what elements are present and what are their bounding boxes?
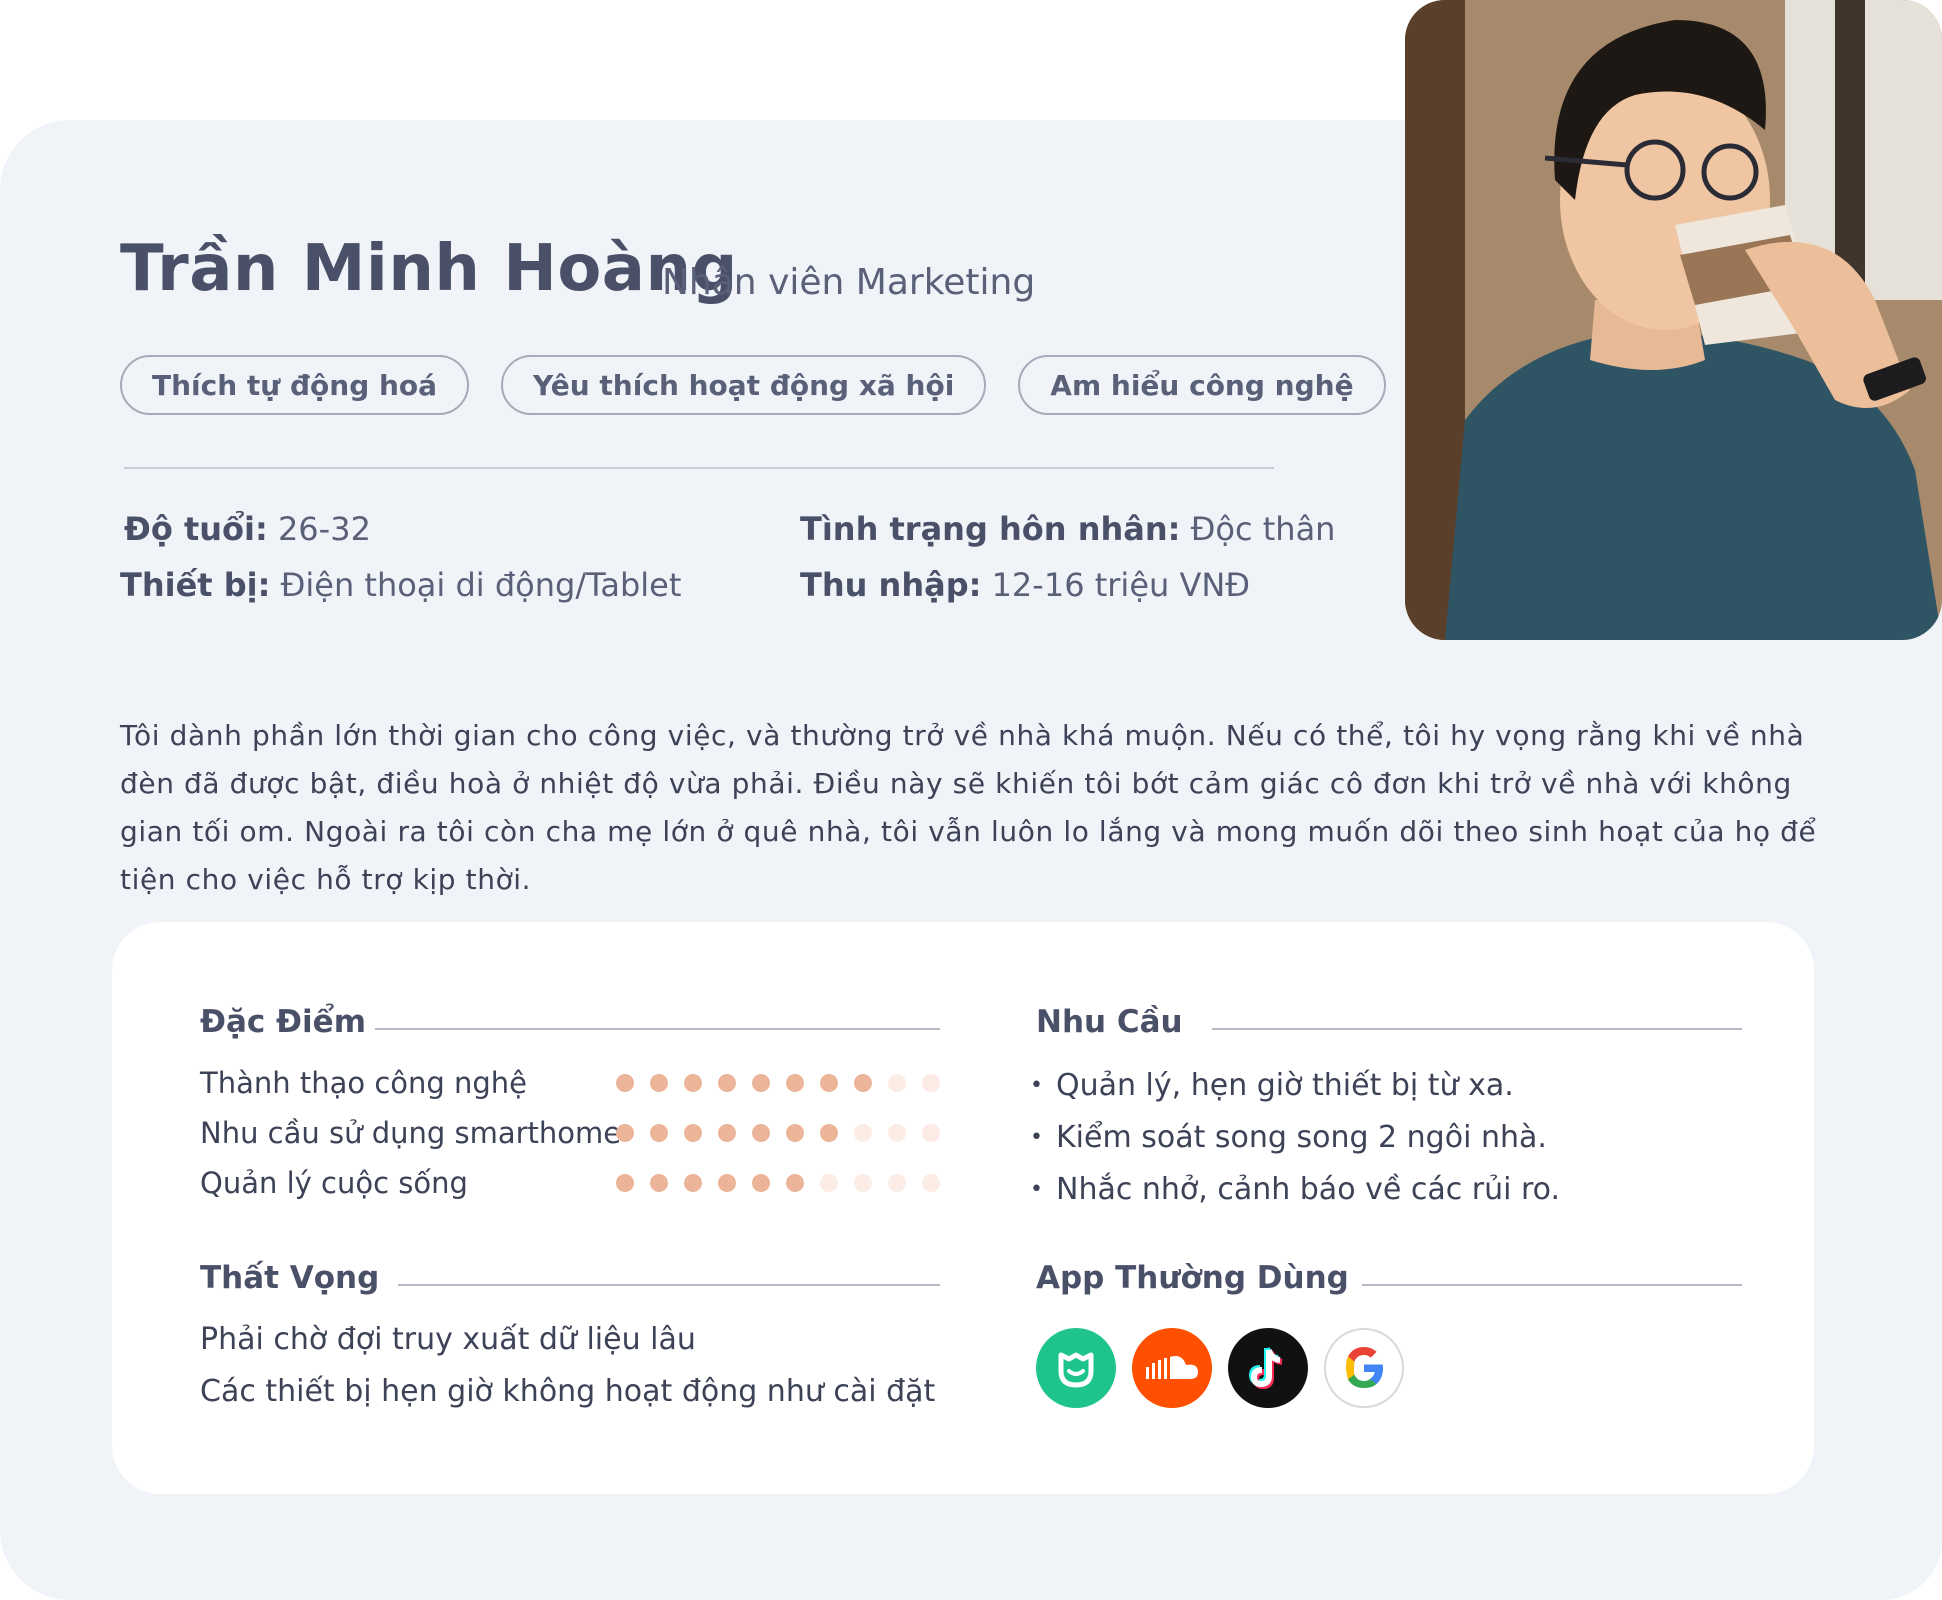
rating-dot — [922, 1124, 940, 1142]
rating-dot — [922, 1174, 940, 1192]
frustration-item: Các thiết bị hẹn giờ không hoạt động như… — [200, 1374, 936, 1409]
frustrations-title: Thất Vọng — [200, 1260, 380, 1296]
need-text: Quản lý, hẹn giờ thiết bị từ xa. — [1056, 1068, 1514, 1103]
tag-tech: Am hiểu công nghệ — [1018, 355, 1386, 415]
persona-name: Trần Minh Hoàng — [120, 232, 738, 306]
needs-title: Nhu Cầu — [1036, 1004, 1183, 1040]
needs-rule — [1212, 1028, 1742, 1030]
frustrations-rule — [398, 1284, 940, 1286]
fact-income: Thu nhập: 12-16 triệu VNĐ — [800, 566, 1250, 604]
divider — [124, 467, 1274, 469]
rating-dot — [650, 1074, 668, 1092]
need-text: Nhắc nhở, cảnh báo về các rủi ro. — [1056, 1172, 1560, 1207]
trait-rating-life — [616, 1174, 940, 1192]
rating-dot — [786, 1174, 804, 1192]
fact-device: Thiết bị: Điện thoại di động/Tablet — [120, 566, 681, 604]
fact-age-label: Độ tuổi: — [124, 510, 268, 548]
fact-age-value: 26-32 — [267, 510, 371, 548]
fact-income-value: 12-16 triệu VNĐ — [981, 566, 1251, 604]
list-item: • Nhắc nhở, cảnh báo về các rủi ro. — [1030, 1164, 1560, 1216]
rating-dot — [922, 1074, 940, 1092]
rating-dot — [752, 1074, 770, 1092]
bullet-icon: • — [1030, 1073, 1043, 1098]
trait-label-life: Quản lý cuộc sống — [200, 1166, 468, 1200]
fact-marital-value: Độc thân — [1180, 510, 1336, 548]
rating-dot — [684, 1174, 702, 1192]
tag-automation: Thích tự động hoá — [120, 355, 470, 415]
rating-dot — [888, 1124, 906, 1142]
need-text: Kiểm soát song song 2 ngôi nhà. — [1056, 1120, 1547, 1155]
persona-bio: Tôi dành phần lớn thời gian cho công việ… — [120, 719, 1817, 896]
rating-dot — [684, 1124, 702, 1142]
persona-photo — [1405, 0, 1942, 640]
mi-home-icon — [1036, 1328, 1116, 1408]
trait-label-smarthome: Nhu cầu sử dụng smarthome — [200, 1116, 622, 1150]
rating-dot — [616, 1174, 634, 1192]
rating-dot — [888, 1174, 906, 1192]
rating-dot — [854, 1124, 872, 1142]
apps-title: App Thường Dùng — [1036, 1260, 1349, 1296]
fact-income-label: Thu nhập: — [800, 566, 982, 604]
fact-device-value: Điện thoại di động/Tablet — [270, 566, 682, 604]
rating-dot — [718, 1174, 736, 1192]
rating-dot — [650, 1124, 668, 1142]
rating-dot — [820, 1124, 838, 1142]
rating-dot — [820, 1174, 838, 1192]
rating-dot — [616, 1124, 634, 1142]
rating-dot — [854, 1074, 872, 1092]
frustration-item: Phải chờ đợi truy xuất dữ liệu lâu — [200, 1322, 696, 1357]
list-item: • Quản lý, hẹn giờ thiết bị từ xa. — [1030, 1060, 1560, 1112]
soundcloud-icon — [1132, 1328, 1212, 1408]
rating-dot — [718, 1074, 736, 1092]
bullet-icon: • — [1030, 1177, 1043, 1202]
rating-dot — [786, 1074, 804, 1092]
tag-social: Yêu thích hoạt động xã hội — [501, 355, 987, 415]
traits-title: Đặc Điểm — [200, 1004, 366, 1040]
rating-dot — [684, 1074, 702, 1092]
traits-rule — [375, 1028, 940, 1030]
rating-dot — [752, 1174, 770, 1192]
fact-marital-label: Tình trạng hôn nhân: — [800, 510, 1181, 548]
apps-rule — [1362, 1284, 1742, 1286]
trait-rating-tech — [616, 1074, 940, 1092]
fact-marital: Tình trạng hôn nhân: Độc thân — [800, 510, 1335, 548]
fact-age: Độ tuổi: 26-32 — [124, 510, 371, 548]
tiktok-icon — [1228, 1328, 1308, 1408]
rating-dot — [616, 1074, 634, 1092]
app-list — [1036, 1328, 1404, 1408]
rating-dot — [888, 1074, 906, 1092]
rating-dot — [752, 1124, 770, 1142]
needs-list: • Quản lý, hẹn giờ thiết bị từ xa. • Kiểm … — [1030, 1060, 1560, 1216]
rating-dot — [854, 1174, 872, 1192]
list-item: • Kiểm soát song song 2 ngôi nhà. — [1030, 1112, 1560, 1164]
rating-dot — [650, 1174, 668, 1192]
rating-dot — [786, 1124, 804, 1142]
fact-device-label: Thiết bị: — [120, 566, 271, 604]
bullet-icon: • — [1030, 1125, 1043, 1150]
rating-dot — [718, 1124, 736, 1142]
google-icon — [1324, 1328, 1404, 1408]
trait-label-tech: Thành thạo công nghệ — [200, 1066, 528, 1100]
persona-role: Nhân viên Marketing — [662, 262, 1036, 303]
trait-rating-smarthome — [616, 1124, 940, 1142]
rating-dot — [820, 1074, 838, 1092]
tag-list: Thích tự động hoá Yêu thích hoạt động xã… — [120, 355, 1386, 415]
